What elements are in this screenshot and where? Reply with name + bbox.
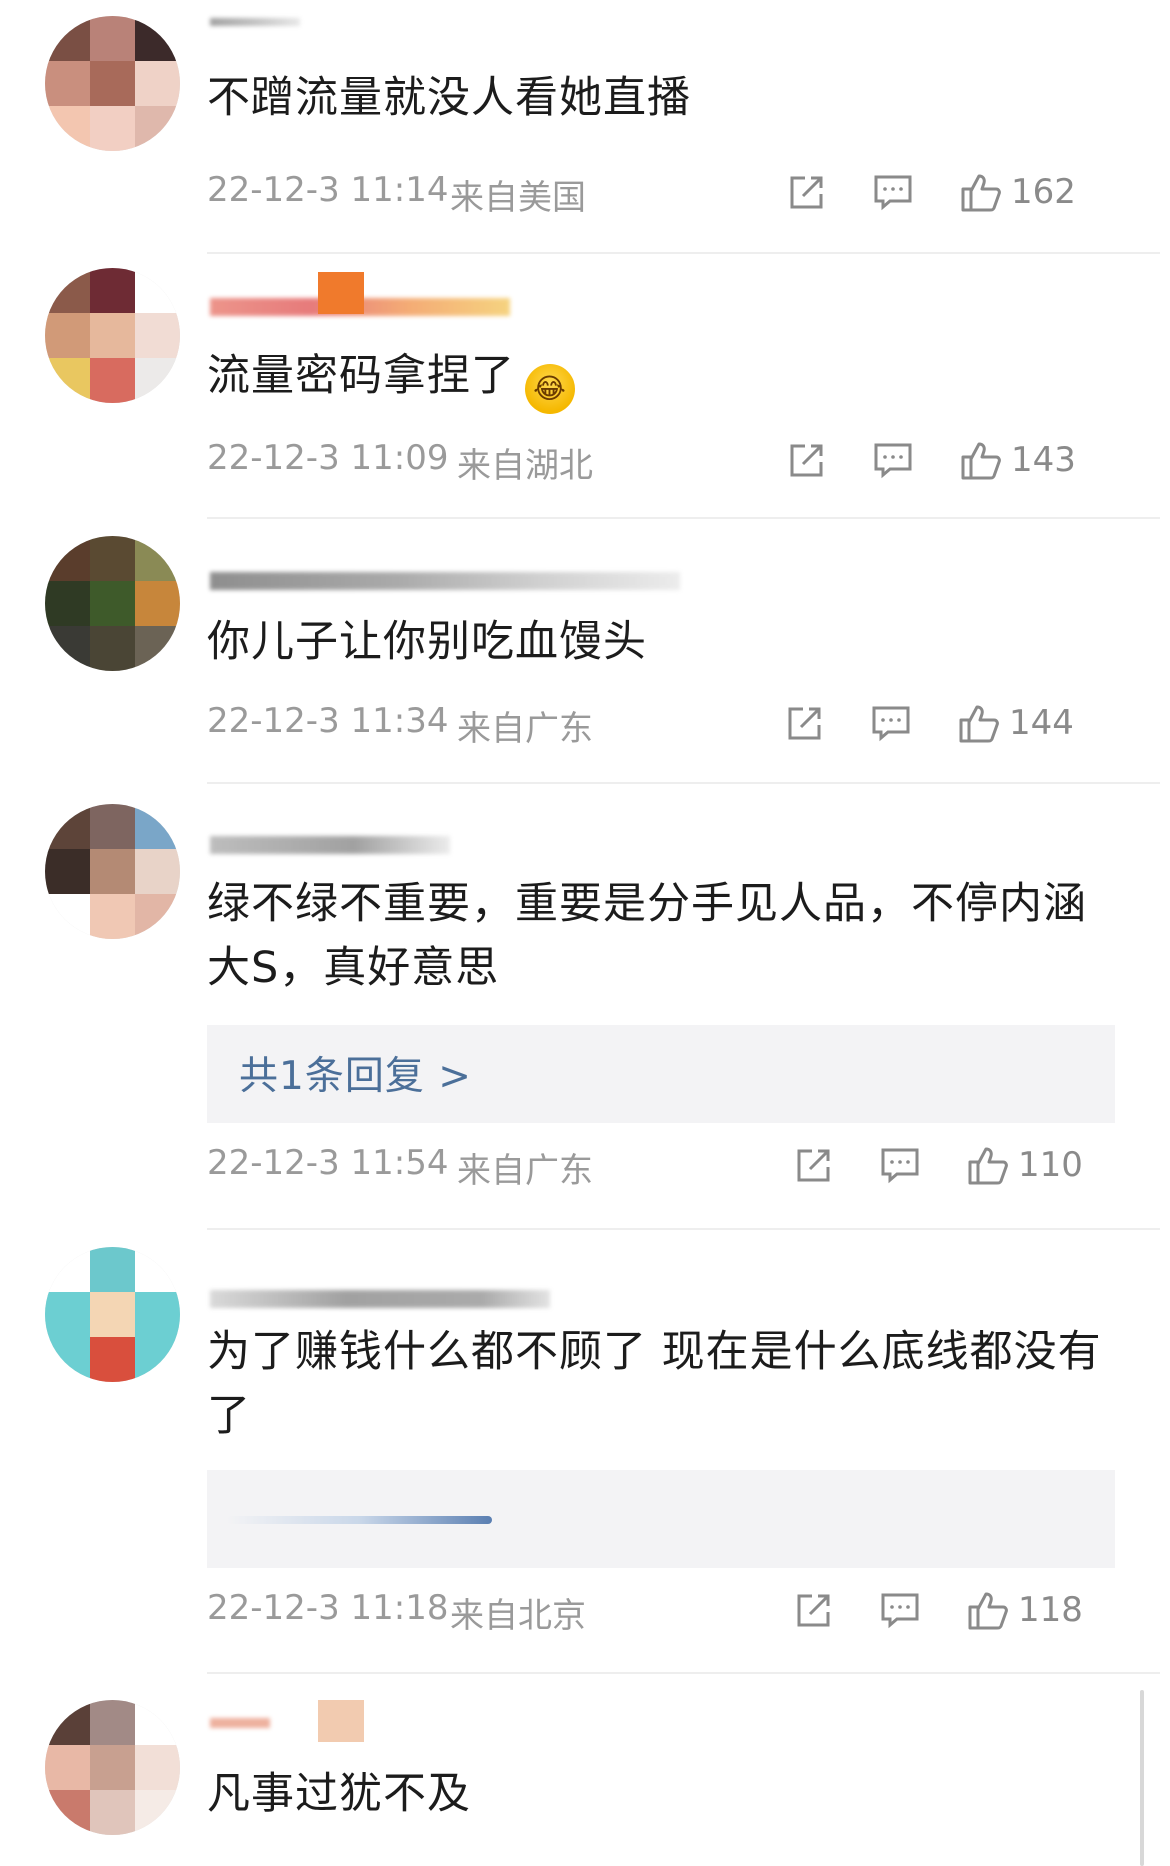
comment-button[interactable]	[880, 1135, 920, 1195]
comment-button[interactable]	[880, 1580, 920, 1640]
share-button[interactable]	[787, 162, 827, 222]
reply-preview-box[interactable]: 共1条回复 >	[207, 1025, 1115, 1123]
comment-text: 不蹭流量就没人看她直播	[207, 73, 691, 123]
share-icon	[790, 176, 823, 209]
avatar[interactable]	[45, 16, 180, 151]
comment-meta: 22-12-3 11:09 来自湖北 143	[207, 430, 1127, 490]
share-icon	[797, 1149, 830, 1182]
timestamp: 22-12-3 11:14	[207, 170, 449, 210]
divider	[207, 1672, 1160, 1674]
comment-icon	[881, 1148, 919, 1184]
like-button[interactable]: 110	[966, 1135, 1083, 1195]
username-blurred[interactable]	[210, 1718, 270, 1728]
like-button[interactable]: 144	[957, 693, 1074, 753]
divider	[207, 517, 1160, 519]
username-blurred[interactable]	[210, 572, 680, 590]
crying-laughing-emoji-icon: 😂	[525, 364, 575, 414]
comment-button[interactable]	[873, 430, 913, 490]
thumbs-up-icon	[968, 1592, 1008, 1630]
username-blurred[interactable]	[210, 1290, 550, 1308]
share-icon	[788, 707, 821, 740]
comment-icon	[874, 175, 912, 211]
view-replies-link[interactable]: 共1条回复 >	[239, 1045, 472, 1101]
comment-text-content: 流量密码拿捏了	[207, 351, 515, 401]
like-button[interactable]: 118	[966, 1580, 1083, 1640]
timestamp: 22-12-3 11:18	[207, 1588, 449, 1628]
share-button[interactable]	[794, 1580, 834, 1640]
redacted-block	[318, 272, 364, 314]
thumbs-up-icon	[959, 705, 999, 743]
share-icon	[790, 444, 823, 477]
share-button[interactable]	[787, 430, 827, 490]
avatar[interactable]	[45, 1700, 180, 1835]
avatar[interactable]	[45, 1247, 180, 1382]
location: 来自北京	[450, 1596, 586, 1636]
location: 来自美国	[450, 178, 586, 218]
avatar[interactable]	[45, 804, 180, 939]
thumbs-up-icon	[961, 442, 1001, 480]
redacted-block	[318, 1700, 364, 1742]
blurred-reply-preview	[227, 1516, 492, 1524]
share-button[interactable]	[785, 693, 825, 753]
location: 来自湖北	[457, 446, 593, 486]
comment-icon	[881, 1593, 919, 1629]
divider	[207, 252, 1160, 254]
username-blurred[interactable]	[210, 836, 450, 854]
like-count: 110	[1018, 1145, 1083, 1185]
avatar[interactable]	[45, 536, 180, 671]
like-count: 144	[1009, 703, 1074, 743]
like-count: 143	[1011, 440, 1076, 480]
reply-preview-box[interactable]	[207, 1470, 1115, 1568]
like-count: 162	[1011, 172, 1076, 212]
comment-meta: 22-12-3 11:18 来自北京 118	[207, 1580, 1127, 1640]
location: 来自广东	[457, 1151, 593, 1191]
like-button[interactable]: 143	[959, 430, 1076, 490]
comment-text: 你儿子让你别吃血馒头	[207, 617, 647, 667]
avatar[interactable]	[45, 268, 180, 403]
comment-text: 流量密码拿捏了 😂	[207, 344, 1127, 414]
comment-icon	[874, 443, 912, 479]
comment-button[interactable]	[873, 162, 913, 222]
timestamp: 22-12-3 11:34	[207, 701, 449, 741]
divider	[207, 782, 1160, 784]
comment-meta: 22-12-3 11:14 来自美国 162	[207, 162, 1127, 222]
comment-button[interactable]	[871, 693, 911, 753]
thumbs-up-icon	[961, 174, 1001, 212]
divider	[207, 1228, 1160, 1230]
like-count: 118	[1018, 1590, 1083, 1630]
like-button[interactable]: 162	[959, 162, 1076, 222]
timestamp: 22-12-3 11:54	[207, 1143, 449, 1183]
comment-meta: 22-12-3 11:34 来自广东 144	[207, 693, 1127, 753]
comment-text: 为了赚钱什么都不顾了 现在是什么底线都没有了	[207, 1327, 1102, 1441]
thumbs-up-icon	[968, 1147, 1008, 1185]
timestamp: 22-12-3 11:09	[207, 438, 449, 478]
share-button[interactable]	[794, 1135, 834, 1195]
comment-text: 绿不绿不重要，重要是分手见人品，不停内涵大S，真好意思	[207, 879, 1087, 993]
scrollbar[interactable]	[1140, 1690, 1144, 1866]
comment-icon	[872, 706, 910, 742]
comment-meta: 22-12-3 11:54 来自广东 110	[207, 1135, 1127, 1195]
comment-text: 凡事过犹不及	[207, 1769, 471, 1819]
location: 来自广东	[457, 709, 593, 749]
share-icon	[797, 1594, 830, 1627]
username-blurred[interactable]	[210, 18, 300, 26]
